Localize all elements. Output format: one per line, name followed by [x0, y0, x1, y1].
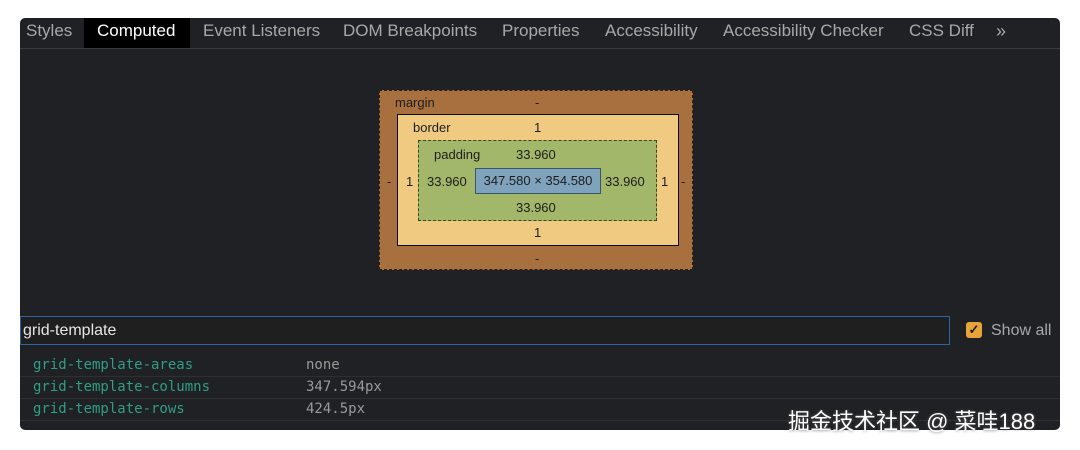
- tab-properties[interactable]: Properties: [502, 18, 579, 48]
- tab-accessibility[interactable]: Accessibility: [605, 18, 698, 48]
- tab-event-listeners[interactable]: Event Listeners: [203, 18, 320, 48]
- padding-right-value[interactable]: 33.960: [605, 174, 645, 189]
- property-value: none: [306, 357, 340, 373]
- padding-left-value[interactable]: 33.960: [427, 174, 467, 189]
- tab-accessibility-checker[interactable]: Accessibility Checker: [723, 18, 884, 48]
- border-left-value[interactable]: 1: [406, 174, 413, 189]
- computed-property-row[interactable]: grid-template-areas none: [20, 354, 1060, 377]
- border-top-value[interactable]: 1: [534, 120, 541, 135]
- property-name: grid-template-rows: [33, 401, 185, 417]
- margin-top-value[interactable]: -: [535, 95, 539, 110]
- tab-css-diff[interactable]: CSS Diff: [909, 18, 974, 48]
- padding-top-value[interactable]: 33.960: [516, 147, 556, 162]
- border-label: border: [413, 120, 451, 135]
- border-right-value[interactable]: 1: [661, 174, 668, 189]
- property-value: 424.5px: [306, 401, 366, 417]
- devtools-panel: Styles Computed Event Listeners DOM Brea…: [20, 18, 1060, 430]
- property-name: grid-template-areas: [33, 357, 194, 373]
- tab-computed[interactable]: Computed: [84, 18, 190, 48]
- computed-property-row[interactable]: grid-template-columns 347.594px: [20, 376, 1060, 399]
- border-bottom-value[interactable]: 1: [534, 225, 541, 240]
- watermark-text: 掘金技术社区 @ 菜哇188: [788, 409, 1036, 434]
- more-tabs-chevron-icon[interactable]: »: [996, 18, 1006, 48]
- tab-dom-breakpoints[interactable]: DOM Breakpoints: [343, 18, 477, 48]
- margin-bottom-value[interactable]: -: [535, 251, 539, 266]
- show-all-checkbox[interactable]: ✓: [966, 322, 982, 338]
- property-name: grid-template-columns: [33, 379, 211, 395]
- tab-bar: Styles Computed Event Listeners DOM Brea…: [20, 18, 1060, 49]
- box-model-content[interactable]: 347.580 × 354.580: [475, 168, 601, 194]
- show-all-label[interactable]: Show all: [991, 321, 1051, 341]
- margin-label: margin: [395, 95, 435, 110]
- padding-label: padding: [434, 147, 481, 162]
- margin-left-value[interactable]: -: [387, 174, 391, 189]
- padding-bottom-value[interactable]: 33.960: [516, 200, 556, 215]
- property-value: 347.594px: [306, 379, 382, 395]
- tab-styles[interactable]: Styles: [20, 18, 88, 48]
- margin-right-value[interactable]: -: [681, 174, 685, 189]
- filter-input[interactable]: grid-template: [20, 316, 950, 345]
